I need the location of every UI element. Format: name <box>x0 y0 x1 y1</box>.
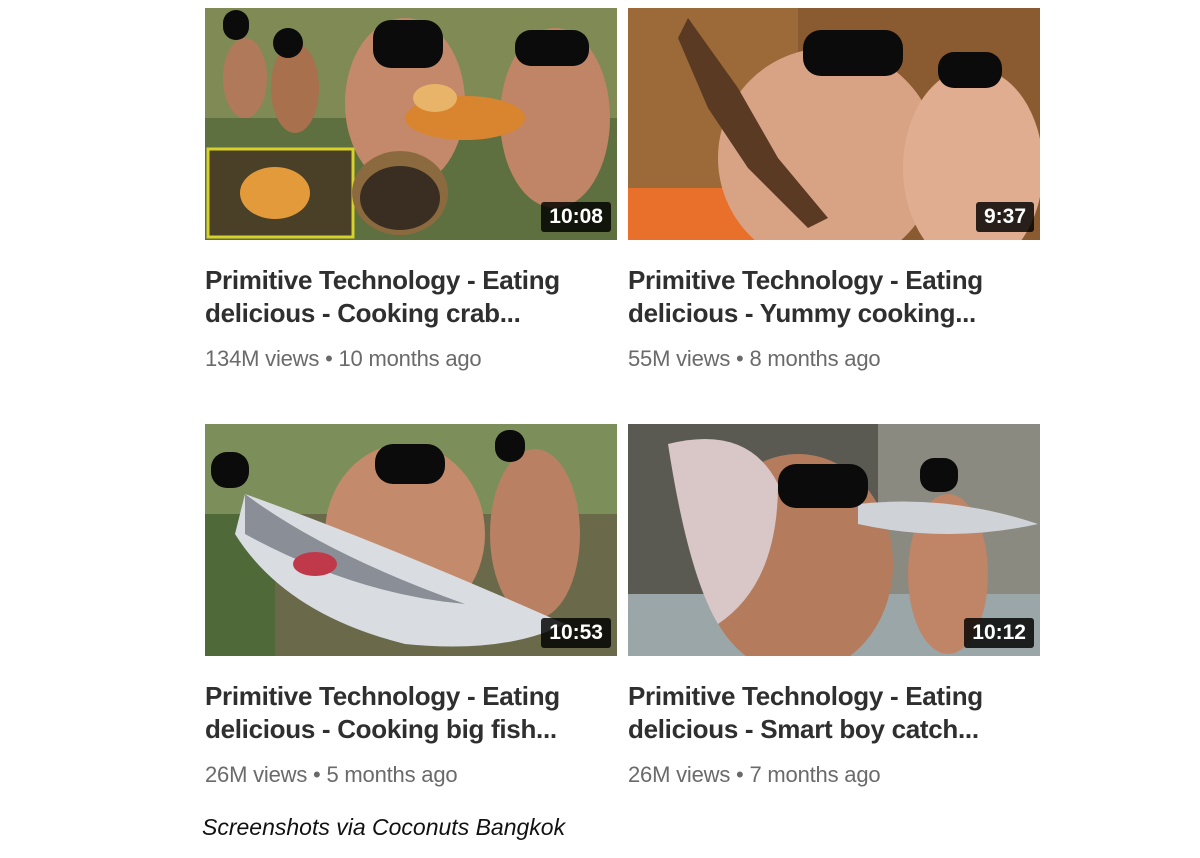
view-count: 26M views <box>205 762 308 787</box>
upload-age: 8 months ago <box>749 346 881 371</box>
meta-separator: • <box>313 762 321 787</box>
video-card[interactable]: 10:12 Primitive Technology - Eating deli… <box>628 424 1040 788</box>
video-duration: 10:08 <box>541 202 611 232</box>
video-title[interactable]: Primitive Technology - Eating delicious … <box>628 680 1040 746</box>
upload-age: 7 months ago <box>749 762 881 787</box>
meta-separator: • <box>736 346 744 371</box>
video-duration: 10:12 <box>964 618 1034 648</box>
video-meta: 26M views • 7 months ago <box>628 762 1040 788</box>
video-thumbnail[interactable]: 9:37 <box>628 8 1040 240</box>
video-title[interactable]: Primitive Technology - Eating delicious … <box>205 680 617 746</box>
video-thumbnail[interactable]: 10:08 <box>205 8 617 240</box>
view-count: 26M views <box>628 762 731 787</box>
image-caption: Screenshots via Coconuts Bangkok <box>202 814 566 840</box>
video-duration: 10:53 <box>541 618 611 648</box>
meta-separator: • <box>736 762 744 787</box>
video-card[interactable]: 10:08 Primitive Technology - Eating deli… <box>205 8 617 372</box>
video-card[interactable]: 9:37 Primitive Technology - Eating delic… <box>628 8 1040 372</box>
video-thumbnail[interactable]: 10:53 <box>205 424 617 656</box>
upload-age: 10 months ago <box>338 346 482 371</box>
meta-separator: • <box>325 346 333 371</box>
view-count: 55M views <box>628 346 731 371</box>
upload-age: 5 months ago <box>326 762 458 787</box>
video-meta: 55M views • 8 months ago <box>628 346 1040 372</box>
video-meta: 26M views • 5 months ago <box>205 762 617 788</box>
video-title[interactable]: Primitive Technology - Eating delicious … <box>205 264 617 330</box>
video-duration: 9:37 <box>975 202 1034 232</box>
video-card[interactable]: 10:53 Primitive Technology - Eating deli… <box>205 424 617 788</box>
view-count: 134M views <box>205 346 320 371</box>
video-title[interactable]: Primitive Technology - Eating delicious … <box>628 264 1040 330</box>
video-thumbnail[interactable]: 10:12 <box>628 424 1040 656</box>
video-meta: 134M views • 10 months ago <box>205 346 617 372</box>
